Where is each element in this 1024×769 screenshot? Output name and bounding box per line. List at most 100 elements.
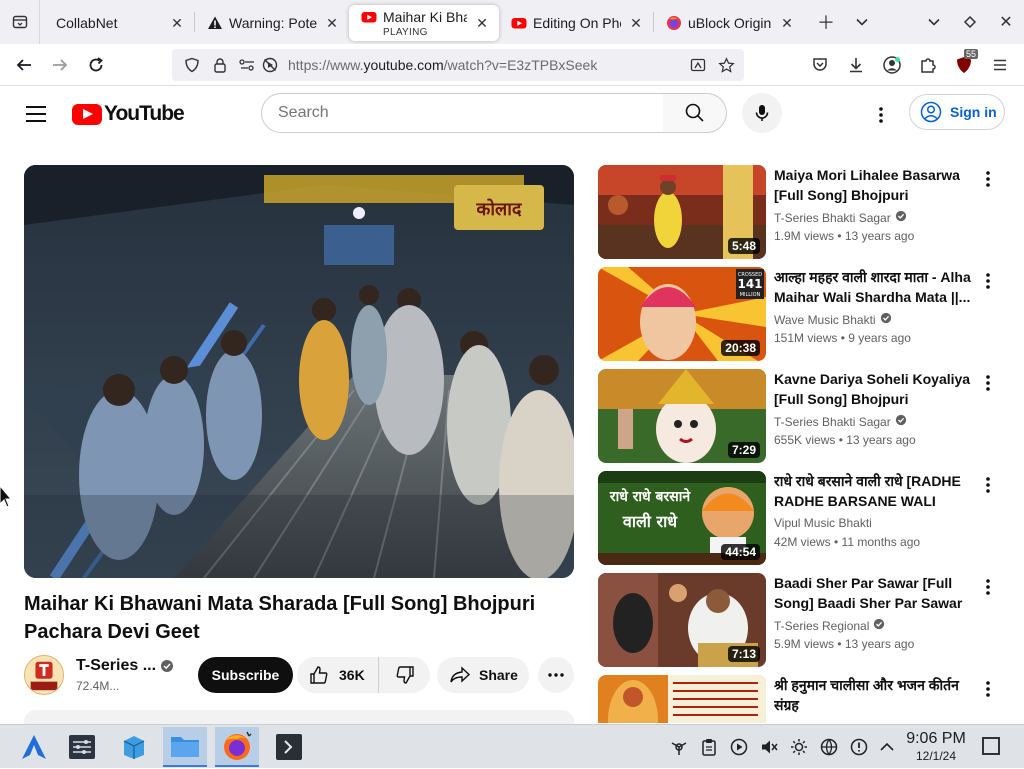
action-menu-kebab-icon[interactable] <box>978 575 998 599</box>
recommendation-item[interactable]: श्री हनुमान चालीसा और भजन कीर्तन संग्रह <box>598 675 1008 723</box>
updates-icon[interactable] <box>844 725 874 769</box>
video-thumbnail[interactable]: 5:48 <box>598 165 766 259</box>
like-button[interactable]: 36K <box>297 657 379 693</box>
ublock-origin-icon[interactable]: 55 <box>946 47 982 83</box>
channel-name[interactable]: T-Series ... <box>76 657 156 675</box>
tab-maihar-active[interactable]: Maihar Ki Bhav PLAYING ✕ <box>349 5 499 41</box>
recommendation-channel[interactable]: Vipul Music Bhakti <box>774 516 872 530</box>
search-box[interactable] <box>261 93 664 133</box>
url-path: /watch?v=E3zTPBxSeek <box>443 57 598 73</box>
brightness-icon[interactable] <box>784 725 814 769</box>
tray-expand-chevron-up-icon[interactable] <box>872 725 902 769</box>
guide-menu-icon[interactable] <box>20 98 52 130</box>
recommendation-title[interactable]: Maiya Mori Lihalee Basarwa [Full Song] B… <box>774 165 974 205</box>
tab-title: CollabNet <box>56 15 118 31</box>
recommendation-channel[interactable]: T-Series Bhakti Sagar <box>774 210 907 225</box>
more-actions-icon[interactable] <box>538 657 574 693</box>
recommendation-title[interactable]: आल्हा महहर वाली शारदा माता - Alha Maihar… <box>774 267 974 307</box>
recommendation-title[interactable]: श्री हनुमान चालीसा और भजन कीर्तन संग्रह <box>774 675 974 715</box>
pocket-icon[interactable] <box>802 47 838 83</box>
autoplay-blocked-icon[interactable] <box>256 51 284 79</box>
dislike-button[interactable] <box>379 657 430 693</box>
address-bar[interactable]: https://www.youtube.com/watch?v=E3zTPBxS… <box>172 49 744 81</box>
system-settings-icon[interactable] <box>60 727 104 767</box>
action-menu-kebab-icon[interactable] <box>978 371 998 395</box>
close-tab-icon[interactable]: ✕ <box>168 14 186 32</box>
firefox-taskbar-icon[interactable] <box>215 727 259 767</box>
recommendation-title[interactable]: राधे राधे बरसाने वाली राधे [RADHE RADHE … <box>774 471 974 511</box>
volume-muted-icon[interactable] <box>754 725 784 769</box>
url-text[interactable]: https://www.youtube.com/watch?v=E3zTPBxS… <box>288 57 597 73</box>
lock-icon[interactable] <box>206 51 234 79</box>
tab-editing[interactable]: Editing On Pho ✕ <box>499 5 653 41</box>
extensions-puzzle-icon[interactable] <box>910 47 946 83</box>
clock[interactable]: 9:06 PM 12/1/24 <box>900 730 972 763</box>
verified-badge-icon <box>895 210 907 225</box>
video-thumbnail[interactable]: 7:29 <box>598 369 766 463</box>
close-tab-icon[interactable]: ✕ <box>627 14 645 32</box>
reload-icon[interactable] <box>78 47 114 83</box>
close-tab-icon[interactable]: ✕ <box>323 14 341 32</box>
youtube-logo[interactable]: YouTube <box>72 102 185 126</box>
video-thumbnail[interactable]: CROSSED 141 MILLION 20:38 <box>598 267 766 361</box>
video-thumbnail[interactable]: राधे राधे बरसाने वाली राधे 44:54 <box>598 471 766 565</box>
app-menu-hamburger-icon[interactable] <box>982 47 1018 83</box>
recommendation-channel[interactable]: Wave Music Bhakti <box>774 312 892 327</box>
action-menu-kebab-icon[interactable] <box>978 473 998 497</box>
account-icon[interactable] <box>874 47 910 83</box>
tab-collabnet[interactable]: CollabNet ✕ <box>40 5 194 41</box>
list-all-tabs-icon[interactable] <box>844 0 880 44</box>
new-tab-icon[interactable]: ＋ <box>808 0 844 44</box>
channel-avatar[interactable] <box>24 655 64 695</box>
clipboard-icon[interactable] <box>694 725 724 769</box>
settings-kebab-icon[interactable] <box>866 100 896 130</box>
terminal-icon[interactable] <box>267 727 311 767</box>
thumbs-up-icon <box>310 666 328 684</box>
thumb-million-text: MILLION <box>740 292 761 298</box>
close-tab-icon[interactable]: ✕ <box>473 14 491 32</box>
reader-view-icon[interactable] <box>684 51 712 79</box>
video-thumbnail[interactable] <box>598 675 766 723</box>
kde-connect-icon[interactable] <box>664 725 694 769</box>
video-thumbnail[interactable]: 7:13 <box>598 573 766 667</box>
recommendation-title[interactable]: Kavne Dariya Soheli Koyaliya [Full Song]… <box>774 369 974 409</box>
search-button[interactable] <box>663 93 727 133</box>
recommendation-item[interactable]: राधे राधे बरसाने वाली राधे 44:54 राधे राध… <box>598 471 1008 565</box>
downloads-icon[interactable] <box>838 47 874 83</box>
file-manager-icon[interactable] <box>163 727 207 767</box>
start-menu-icon[interactable] <box>12 727 56 767</box>
recommendation-item[interactable]: 5:48 Maiya Mori Lihalee Basarwa [Full So… <box>598 165 1008 259</box>
action-menu-kebab-icon[interactable] <box>978 677 998 701</box>
share-button[interactable]: Share <box>437 657 529 693</box>
recommendation-title[interactable]: Baadi Sher Par Sawar [Full Song] Baadi S… <box>774 573 974 613</box>
action-menu-kebab-icon[interactable] <box>978 167 998 191</box>
sign-in-button[interactable]: Sign in <box>909 94 1005 130</box>
verified-badge-icon <box>873 618 885 633</box>
tab-ublock[interactable]: uBlock Origin - ✕ <box>654 5 804 41</box>
show-desktop-icon[interactable] <box>982 737 1000 755</box>
recommendation-channel[interactable]: T-Series Bhakti Sagar <box>774 414 907 429</box>
media-player-icon[interactable] <box>724 725 754 769</box>
recommendation-channel[interactable]: T-Series Regional <box>774 618 885 633</box>
recommendation-item[interactable]: 7:29 Kavne Dariya Soheli Koyaliya [Full … <box>598 369 1008 463</box>
back-icon[interactable] <box>6 47 42 83</box>
close-tab-icon[interactable]: ✕ <box>778 14 796 32</box>
search-input[interactable] <box>278 104 663 122</box>
channel-label: T-Series Bhakti Sagar <box>774 210 891 225</box>
tracking-protection-shield-icon[interactable] <box>178 51 206 79</box>
video-player[interactable]: कोलाद <box>24 165 574 578</box>
subscribe-button[interactable]: Subscribe <box>198 657 293 693</box>
voice-search-button[interactable] <box>742 93 782 133</box>
close-window-icon[interactable]: ✕ <box>988 0 1024 44</box>
minimize-window-icon[interactable] <box>916 0 952 44</box>
package-store-icon[interactable] <box>112 727 156 767</box>
tab-list-icon[interactable] <box>0 0 40 44</box>
forward-icon[interactable] <box>42 47 78 83</box>
recommendation-item[interactable]: 7:13 Baadi Sher Par Sawar [Full Song] Ba… <box>598 573 1008 667</box>
tab-warning[interactable]: Warning: Poter ✕ <box>195 5 349 41</box>
maximize-window-icon[interactable] <box>952 0 988 44</box>
network-icon[interactable] <box>814 725 844 769</box>
action-menu-kebab-icon[interactable] <box>978 269 998 293</box>
bookmark-star-icon[interactable] <box>712 51 740 79</box>
recommendation-item[interactable]: CROSSED 141 MILLION 20:38 आल्हा महहर वाली … <box>598 267 1008 361</box>
